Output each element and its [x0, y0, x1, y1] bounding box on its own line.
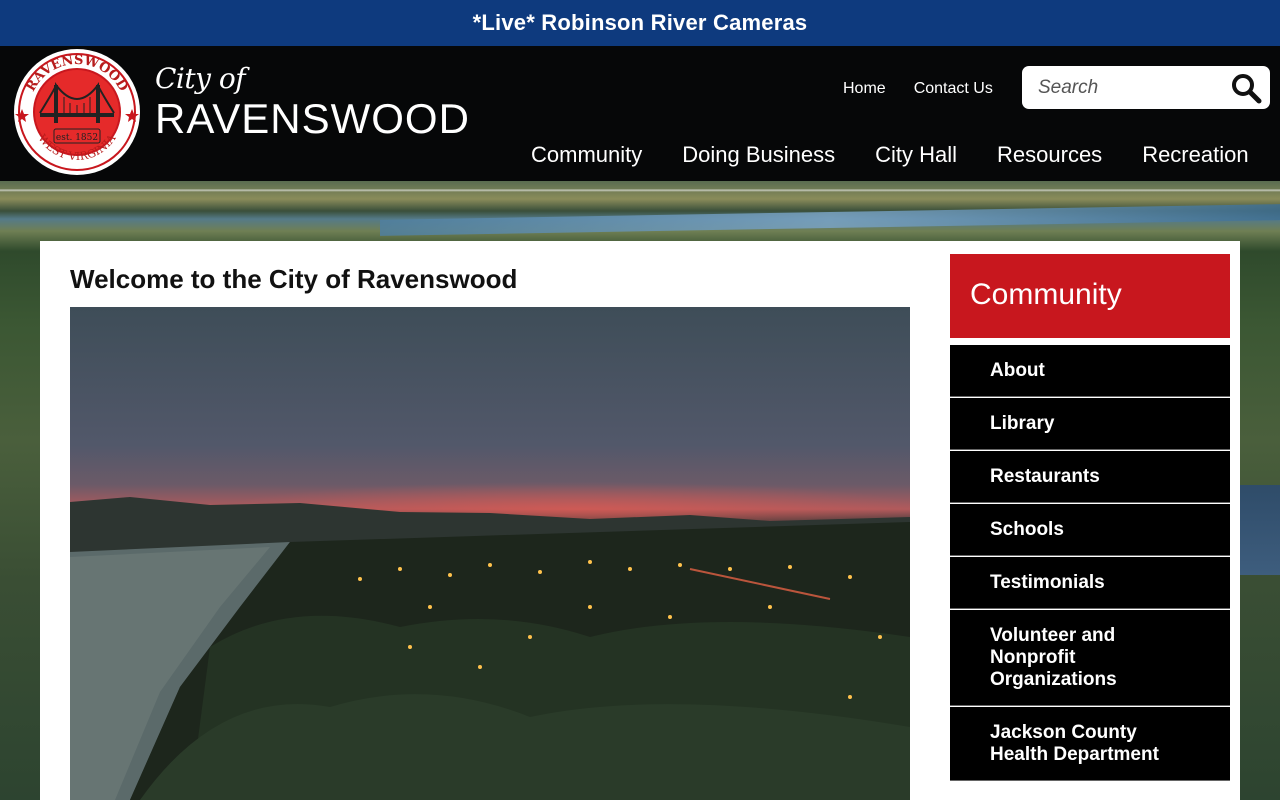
nav-recreation[interactable]: Recreation	[1142, 142, 1248, 168]
search-input[interactable]	[1022, 66, 1222, 109]
util-nav-home[interactable]: Home	[843, 80, 886, 98]
page-title: Welcome to the City of Ravenswood	[70, 264, 518, 294]
search-box	[1022, 66, 1270, 109]
sidebar-item-about[interactable]: About	[950, 345, 1230, 397]
seal-est-text: est. 1852	[56, 133, 98, 143]
sidebar-item-restaurants[interactable]: Restaurants	[950, 451, 1230, 503]
city-seal-logo[interactable]: RAVENSWOOD WEST VIRGINIA est. 1852	[12, 47, 142, 177]
sidebar-item-volunteer-nonprofit[interactable]: Volunteer and Nonprofit Organizations	[950, 610, 1230, 706]
util-nav-contact-us[interactable]: Contact Us	[914, 80, 993, 98]
sidebar-item-jackson-county-health[interactable]: Jackson County Health Department	[950, 707, 1230, 781]
hero-scene	[70, 497, 910, 800]
sidebar-item-schools[interactable]: Schools	[950, 504, 1230, 556]
nav-city-hall[interactable]: City Hall	[875, 142, 957, 168]
nav-community[interactable]: Community	[531, 142, 642, 168]
logo-city-name: RAVENSWOOD	[155, 95, 470, 142]
nav-doing-business[interactable]: Doing Business	[682, 142, 835, 168]
site-logo-text[interactable]: City of RAVENSWOOD	[155, 62, 470, 142]
sidebar-item-testimonials[interactable]: Testimonials	[950, 557, 1230, 609]
sidebar-item-library[interactable]: Library	[950, 398, 1230, 450]
utility-nav: Home Contact Us	[843, 80, 993, 98]
main-nav: Community Doing Business City Hall Resou…	[531, 142, 1249, 168]
site-header: RAVENSWOOD WEST VIRGINIA est. 1852 City …	[0, 46, 1280, 181]
live-cameras-banner[interactable]: *Live* Robinson River Cameras	[0, 0, 1280, 46]
aerial-water-decor	[1240, 485, 1280, 575]
search-icon[interactable]	[1230, 72, 1262, 104]
nav-resources[interactable]: Resources	[997, 142, 1102, 168]
sidebar-heading[interactable]: Community	[950, 254, 1230, 338]
banner-link[interactable]: *Live* Robinson River Cameras	[473, 10, 808, 36]
logo-city-of: City of	[155, 62, 246, 95]
hero-photo	[70, 307, 910, 800]
sidebar-nav: About Library Restaurants Schools Testim…	[950, 345, 1230, 782]
sidebar-heading-text: Community	[970, 278, 1122, 311]
